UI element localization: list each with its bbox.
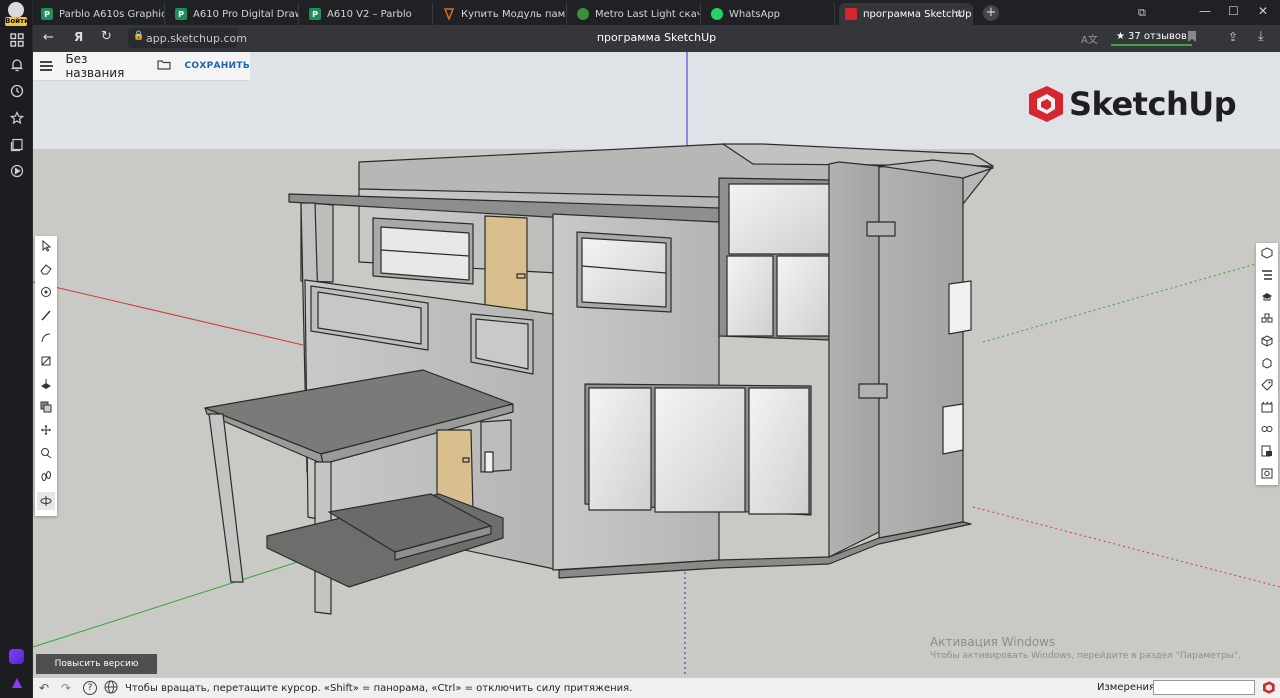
watermark-title: Активация Windows — [930, 635, 1056, 649]
help-icon[interactable]: ? — [83, 681, 97, 695]
select-tool-icon[interactable] — [37, 237, 55, 255]
push-pull-tool-icon[interactable] — [37, 375, 55, 393]
download-icon[interactable]: ⤓ — [1258, 29, 1264, 44]
line-tool-icon[interactable] — [37, 306, 55, 324]
drawing-toolbar — [35, 236, 57, 516]
tab-a610-v2[interactable]: P A610 V2 – Parblo — [303, 3, 433, 25]
play-icon[interactable] — [6, 160, 27, 181]
close-window-icon[interactable]: ✕ — [1258, 4, 1268, 18]
sketchup-logo-text: SketchUp — [1069, 85, 1237, 123]
windows-activation-watermark: Активация Windows Чтобы активировать Win… — [930, 635, 1241, 661]
styles-icon[interactable] — [1258, 442, 1276, 460]
tab-label: Metro Last Light скачать — [595, 8, 700, 20]
offset-tool-icon[interactable] — [37, 398, 55, 416]
measurements-input[interactable] — [1153, 680, 1255, 695]
tab-label: A610 V2 – Parblo — [327, 8, 412, 20]
redo-icon[interactable]: ↷ — [61, 681, 74, 695]
tab-label: A610 Pro Digital Drawing — [193, 8, 298, 20]
tab-label: Купить Модуль памяти — [461, 8, 566, 20]
tab-memory-module[interactable]: Купить Модуль памяти — [437, 3, 567, 25]
paint-tool-icon[interactable] — [37, 283, 55, 301]
collections-icon[interactable] — [6, 134, 27, 155]
login-label: Войти — [5, 17, 30, 26]
tab-a610-pro[interactable]: P A610 Pro Digital Drawing — [169, 3, 299, 25]
status-hint: Чтобы вращать, перетащите курсор. «Shift… — [125, 682, 633, 694]
hamburger-menu-icon[interactable] — [40, 61, 53, 71]
model-info-icon[interactable] — [1258, 464, 1276, 482]
file-name[interactable]: Без названия — [65, 52, 146, 80]
walk-tool-icon[interactable] — [37, 467, 55, 485]
save-button[interactable]: СОХРАНИТЬ — [184, 61, 250, 71]
sketchup-logo: SketchUp — [1023, 82, 1237, 126]
undo-icon[interactable]: ↶ — [39, 681, 52, 695]
3d-viewport[interactable]: SketchUp Активация Windows Чтобы активир… — [33, 52, 1280, 677]
alice-small-icon[interactable] — [6, 672, 27, 693]
move-tool-icon[interactable] — [37, 421, 55, 439]
address-bar: ← Я ↻ 🔒 app.sketchup.com программа Sketc… — [33, 25, 1280, 52]
file-bar: Без названия СОХРАНИТЬ — [33, 52, 250, 81]
eraser-tool-icon[interactable] — [37, 260, 55, 278]
arc-tool-icon[interactable] — [37, 329, 55, 347]
new-tab-button[interactable]: + — [983, 5, 999, 21]
parblo-favicon-icon: P — [309, 8, 321, 20]
star-icon: ★ — [1116, 31, 1125, 42]
tape-measure-tool-icon[interactable] — [37, 444, 55, 462]
3d-warehouse-icon[interactable] — [1258, 332, 1276, 350]
folder-icon[interactable] — [157, 59, 172, 73]
browser-side-panel: Войти — [0, 0, 33, 698]
instructor-icon[interactable] — [1258, 288, 1276, 306]
profile-button[interactable]: Войти — [5, 2, 30, 26]
maximize-icon[interactable]: ☐ — [1228, 4, 1239, 18]
alice-assistant-icon[interactable] — [6, 646, 27, 667]
tab-label: Parblo A610s Graphic Draw — [59, 8, 165, 20]
share-icon[interactable]: ⇪ — [1228, 30, 1238, 44]
materials-icon[interactable] — [1258, 354, 1276, 372]
tab-metro-last-light[interactable]: Metro Last Light скачать — [571, 3, 701, 25]
tab-sketchup[interactable]: программа SketchUp ✕ — [839, 3, 973, 25]
panels-toolbar — [1256, 243, 1278, 485]
reviews-count: 37 отзывов — [1127, 31, 1187, 42]
orbit-tool-icon[interactable] — [37, 492, 55, 510]
parblo-favicon-icon: P — [41, 8, 53, 20]
sketchup-logo-icon — [1029, 86, 1063, 122]
shop-favicon-icon — [443, 8, 455, 20]
outliner-icon[interactable] — [1258, 266, 1276, 284]
language-globe-icon[interactable] — [104, 680, 118, 697]
rectangle-tool-icon[interactable] — [37, 352, 55, 370]
sketchup-favicon-icon — [845, 8, 857, 20]
upgrade-button[interactable]: Повысить версию — [36, 654, 157, 674]
tab-parblo-a610s[interactable]: P Parblo A610s Graphic Draw — [35, 3, 165, 25]
scenes-icon[interactable] — [1258, 398, 1276, 416]
minimize-icon[interactable]: — — [1199, 4, 1211, 18]
translate-icon[interactable]: A文 — [1081, 31, 1098, 46]
tab-label: WhatsApp — [729, 8, 781, 20]
apps-grid-icon[interactable] — [6, 29, 27, 50]
parblo-favicon-icon: P — [175, 8, 187, 20]
tags-icon[interactable] — [1258, 376, 1276, 394]
download-favicon-icon — [577, 8, 589, 20]
sketchup-small-logo-icon — [1261, 680, 1276, 698]
tabs-manager-icon[interactable]: ⧉ — [1138, 6, 1146, 20]
tab-bar: P Parblo A610s Graphic Draw P A610 Pro D… — [33, 0, 1280, 25]
reviews-badge[interactable]: ★ 37 отзывов — [1111, 29, 1192, 46]
whatsapp-icon — [711, 8, 723, 20]
display-glasses-icon[interactable] — [1258, 420, 1276, 438]
watermark-subtitle: Чтобы активировать Windows, перейдите в … — [930, 651, 1241, 661]
model-canvas[interactable] — [33, 52, 1280, 677]
history-icon[interactable] — [6, 80, 27, 101]
entity-info-icon[interactable] — [1258, 244, 1276, 262]
components-icon[interactable] — [1258, 310, 1276, 328]
avatar — [8, 2, 24, 18]
bell-icon[interactable] — [6, 54, 27, 75]
close-tab-icon[interactable]: ✕ — [955, 8, 964, 21]
star-icon[interactable] — [6, 107, 27, 128]
tab-whatsapp[interactable]: WhatsApp — [705, 3, 835, 25]
measurements-label: Измерения — [1097, 682, 1156, 693]
status-bar: ↶ ↷ ? Чтобы вращать, перетащите курсор. … — [33, 677, 1280, 698]
